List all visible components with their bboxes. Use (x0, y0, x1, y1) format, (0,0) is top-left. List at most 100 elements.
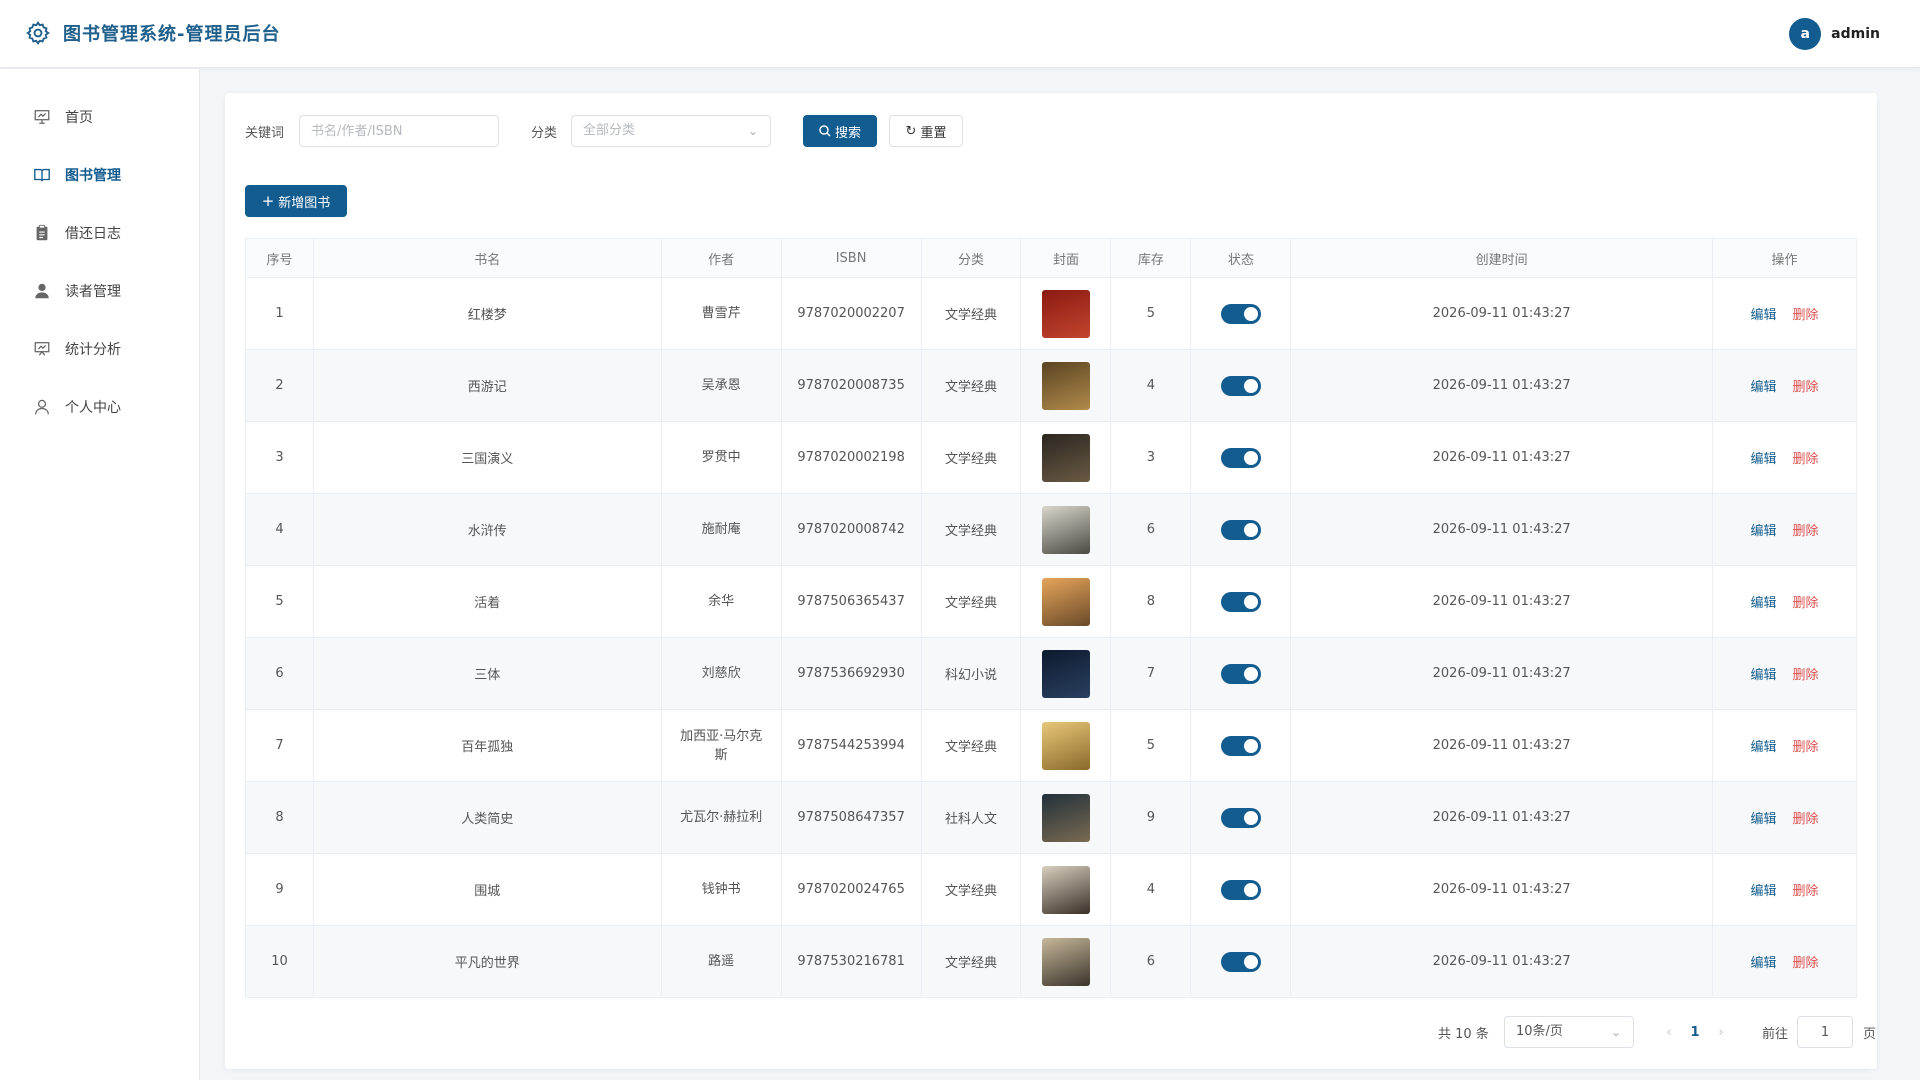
table-header-row: 序号 书名 作者 ISBN 分类 封面 库存 状态 创建时间 操作 (245, 238, 1857, 278)
status-cell (1190, 421, 1292, 494)
edit-button[interactable]: 编辑 (1750, 452, 1776, 467)
delete-button[interactable]: 删除 (1793, 380, 1819, 395)
status-toggle[interactable] (1220, 807, 1261, 828)
delete-button[interactable]: 删除 (1793, 668, 1819, 683)
search-icon (819, 125, 831, 137)
keyword-input[interactable] (299, 115, 499, 147)
edit-button[interactable]: 编辑 (1750, 596, 1776, 611)
book-cover-image[interactable] (1041, 721, 1090, 770)
edit-button[interactable]: 编辑 (1750, 956, 1776, 971)
reset-button[interactable]: ↻ 重置 (889, 115, 963, 147)
created-time: 2026-09-11 01:43:27 (1290, 493, 1714, 566)
pagination: 共 10 条 (1438, 1016, 1489, 1048)
book-author: 钱钟书 (660, 853, 782, 926)
sidebar-item-home[interactable]: 首页 (33, 105, 93, 129)
page-size-select[interactable]: 10条/页 ⌄ (1504, 1016, 1634, 1048)
book-category: 科幻小说 (920, 637, 1022, 710)
delete-button[interactable]: 删除 (1793, 812, 1819, 827)
page-nav: ‹ 1 › (1659, 1016, 1731, 1048)
add-book-button[interactable]: + 新增图书 (245, 185, 347, 217)
book-cover-image[interactable] (1041, 433, 1090, 482)
add-book-button-label: 新增图书 (278, 195, 331, 211)
category-select[interactable]: 全部分类 ⌄ (571, 115, 771, 147)
username[interactable]: admin (1831, 26, 1880, 42)
status-toggle[interactable] (1220, 663, 1261, 684)
books-table: 序号 书名 作者 ISBN 分类 封面 库存 状态 创建时间 操作 1 红楼梦 曹雪芹 97870200… (245, 238, 1857, 998)
delete-button[interactable]: 删除 (1793, 740, 1819, 755)
page-number-current[interactable]: 1 (1679, 1025, 1711, 1040)
delete-button[interactable]: 删除 (1793, 308, 1819, 323)
column-header: 状态 (1190, 238, 1292, 278)
status-toggle[interactable] (1220, 735, 1261, 756)
status-cell (1190, 349, 1292, 422)
next-page-icon[interactable]: › (1711, 1025, 1731, 1040)
edit-button[interactable]: 编辑 (1750, 812, 1776, 827)
delete-button[interactable]: 删除 (1793, 884, 1819, 899)
created-time: 2026-09-11 01:43:27 (1290, 853, 1714, 926)
status-toggle[interactable] (1220, 375, 1261, 396)
edit-button[interactable]: 编辑 (1750, 740, 1776, 755)
created-time: 2026-09-11 01:43:27 (1290, 709, 1714, 782)
avatar[interactable]: a (1789, 18, 1822, 50)
delete-button[interactable]: 删除 (1793, 956, 1819, 971)
keyword-label: 关键词 (245, 126, 285, 141)
goto-page-input[interactable] (1797, 1016, 1853, 1048)
cover-cell (1020, 853, 1112, 926)
book-cover-image[interactable] (1041, 505, 1090, 554)
prev-page-icon[interactable]: ‹ (1659, 1025, 1679, 1040)
book-isbn: 9787020008735 (780, 349, 922, 422)
book-author: 曹雪芹 (660, 277, 782, 350)
created-time: 2026-09-11 01:43:27 (1290, 349, 1714, 422)
refresh-icon: ↻ (905, 123, 917, 139)
search-button[interactable]: 搜索 (803, 115, 877, 147)
book-cover-image[interactable] (1041, 865, 1090, 914)
row-index: 9 (245, 853, 314, 926)
column-header: ISBN (780, 238, 922, 278)
book-cover-image[interactable] (1041, 793, 1090, 842)
status-toggle[interactable] (1220, 591, 1261, 612)
book-cover-image[interactable] (1041, 577, 1090, 626)
status-toggle[interactable] (1220, 303, 1261, 324)
status-toggle[interactable] (1220, 447, 1261, 468)
edit-button[interactable]: 编辑 (1750, 668, 1776, 683)
sidebar-item-readers[interactable]: 读者管理 (33, 279, 121, 303)
delete-button[interactable]: 删除 (1793, 524, 1819, 539)
sidebar-item-label: 借还日志 (65, 226, 121, 242)
book-stock: 3 (1110, 421, 1192, 494)
status-toggle[interactable] (1220, 519, 1261, 540)
user-menu[interactable]: a admin (1789, 18, 1880, 50)
sidebar-item-stats[interactable]: 统计分析 (33, 337, 121, 361)
book-cover-image[interactable] (1041, 937, 1090, 986)
edit-button[interactable]: 编辑 (1750, 524, 1776, 539)
sidebar-item-logs[interactable]: 借还日志 (33, 221, 121, 245)
book-cover-image[interactable] (1041, 361, 1090, 410)
table-body: 1 红楼梦 曹雪芹 9787020002207 文学经典 5 2026-09-11 01:4… (245, 277, 1857, 998)
sidebar: 首页 图书管理 借还日志 读者管理 统计分析 个人中心 (0, 69, 200, 1080)
table-row: 7 百年孤独 加西亚·马尔克斯 9787544253994 文学经典 5 2026-09-1… (245, 709, 1857, 782)
book-cover-image[interactable] (1041, 289, 1090, 338)
sidebar-item-label: 读者管理 (65, 284, 121, 300)
sidebar-item-profile[interactable]: 个人中心 (33, 395, 121, 419)
table-row: 4 水浒传 施耐庵 9787020008742 文学经典 6 2026-09-11 01:4… (245, 493, 1857, 566)
book-author: 尤瓦尔·赫拉利 (660, 781, 782, 854)
delete-button[interactable]: 删除 (1793, 452, 1819, 467)
row-index: 2 (245, 349, 314, 422)
book-category: 文学经典 (920, 349, 1022, 422)
book-stock: 6 (1110, 925, 1192, 998)
status-toggle[interactable] (1220, 879, 1261, 900)
sidebar-item-label: 首页 (65, 110, 93, 126)
column-header: 作者 (660, 238, 782, 278)
status-toggle[interactable] (1220, 951, 1261, 972)
book-category: 文学经典 (920, 493, 1022, 566)
book-stock: 5 (1110, 277, 1192, 350)
edit-button[interactable]: 编辑 (1750, 884, 1776, 899)
edit-button[interactable]: 编辑 (1750, 380, 1776, 395)
sidebar-item-books[interactable]: 图书管理 (33, 163, 121, 187)
book-category: 文学经典 (920, 565, 1022, 638)
created-time: 2026-09-11 01:43:27 (1290, 925, 1714, 998)
user-filled-icon (35, 283, 49, 299)
book-isbn: 9787506365437 (780, 565, 922, 638)
edit-button[interactable]: 编辑 (1750, 308, 1776, 323)
delete-button[interactable]: 删除 (1793, 596, 1819, 611)
book-cover-image[interactable] (1041, 649, 1090, 698)
